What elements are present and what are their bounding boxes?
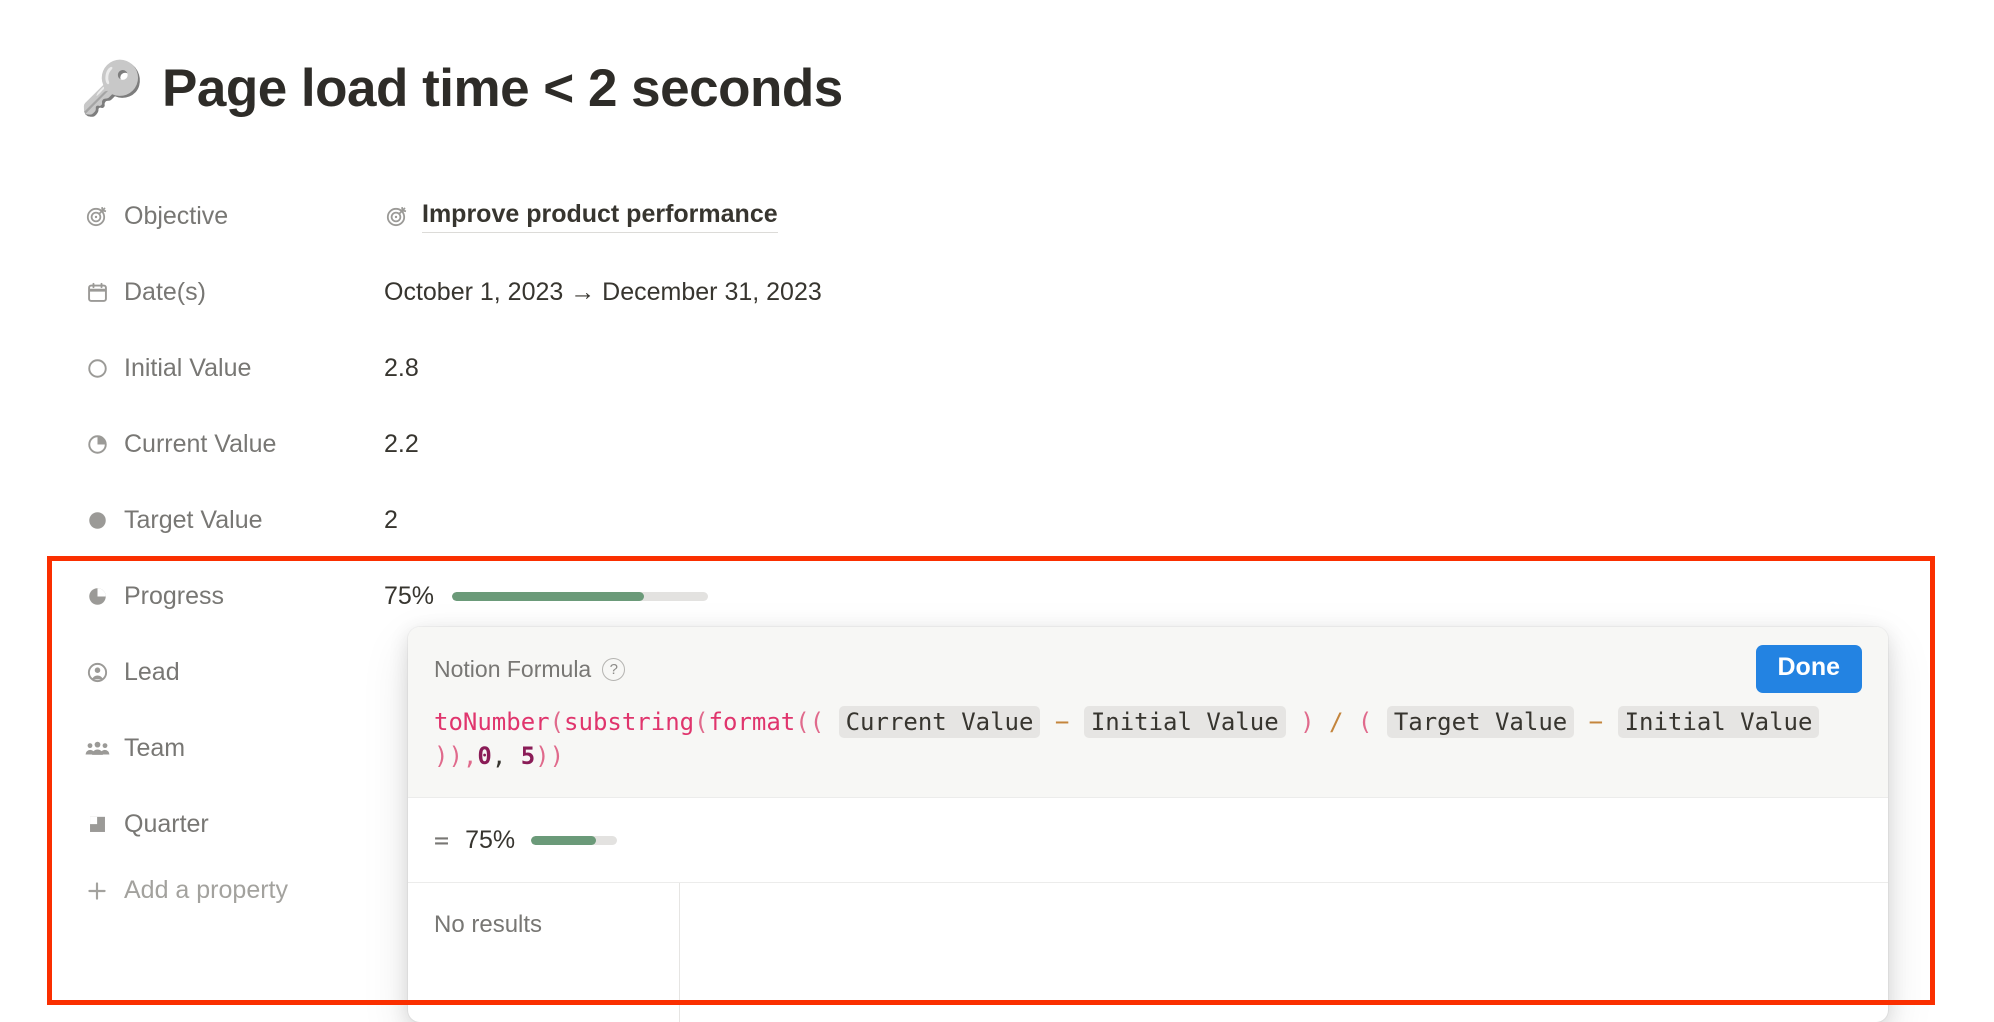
- property-value-current-value[interactable]: 2.2: [384, 420, 419, 464]
- formula-token-prop: Initial Value: [1617, 706, 1820, 738]
- formula-token-paren: ): [1300, 708, 1315, 736]
- people-icon: [84, 735, 110, 761]
- formula-token-prop: Initial Value: [1083, 706, 1286, 738]
- circle-half-icon: [84, 583, 110, 609]
- property-value-objective: Improve product performance: [384, 192, 778, 236]
- property-name: Current Value: [124, 429, 277, 458]
- property-label-team[interactable]: Team: [84, 724, 384, 768]
- formula-token-paren: (: [694, 708, 709, 736]
- plus-icon: [84, 878, 110, 904]
- question-mark-icon[interactable]: ?: [602, 657, 626, 681]
- property-name: Target Value: [124, 505, 263, 534]
- property-row-dates: Date(s) October 1, 2023 → December 31, 2…: [84, 268, 1904, 344]
- property-value-initial-value[interactable]: 2.8: [384, 344, 419, 388]
- property-label-initial-value[interactable]: Initial Value: [84, 344, 384, 388]
- add-property-label: Add a property: [124, 876, 288, 904]
- property-name: Quarter: [124, 809, 209, 838]
- objective-relation-link[interactable]: Improve product performance: [422, 200, 778, 233]
- formula-token-paren: )): [535, 742, 565, 771]
- formula-editor-panel: Notion Formula ? Done toNumber(substring…: [408, 627, 1888, 799]
- progress-indicator: 75%: [384, 581, 709, 611]
- property-label-target-value[interactable]: Target Value: [84, 496, 384, 540]
- formula-token-paren: )),: [434, 742, 478, 771]
- suggestions-list-column: No results: [408, 883, 680, 1022]
- formula-token-fn: substring: [564, 708, 695, 736]
- property-label-progress[interactable]: Progress: [84, 572, 384, 616]
- progress-bar-fill: [452, 591, 645, 601]
- formula-token-fn: format: [708, 708, 796, 736]
- property-row-current-value: Current Value 2.2: [84, 420, 1904, 496]
- formula-token-num: 0: [477, 742, 492, 771]
- formula-result-value: 75%: [465, 825, 516, 854]
- formula-token-paren: (: [1357, 708, 1373, 736]
- formula-token-num: 5: [520, 742, 536, 771]
- property-label-lead[interactable]: Lead: [84, 648, 384, 692]
- target-icon: [384, 203, 410, 229]
- key-icon: 🔑: [79, 59, 145, 118]
- notion-formula-popup: Notion Formula ? Done toNumber(substring…: [408, 627, 1888, 1022]
- property-name: Team: [124, 733, 186, 762]
- formula-result-row: = 75%: [408, 798, 1888, 884]
- target-icon: [84, 203, 110, 229]
- property-value-progress[interactable]: 75%: [384, 572, 709, 616]
- property-value-target-value[interactable]: 2: [384, 496, 398, 540]
- formula-token-plain: ,: [491, 742, 521, 771]
- formula-popup-title: Notion Formula: [434, 655, 592, 682]
- formula-token-op: /: [1329, 708, 1344, 736]
- circle-filled-icon: [84, 507, 110, 533]
- equals-icon: =: [434, 825, 450, 855]
- person-icon: [84, 659, 110, 685]
- formula-token-prop: Current Value: [838, 706, 1041, 738]
- property-row-objective: Objective Improve product performance: [84, 192, 1904, 268]
- result-progress-bar-track: [531, 835, 618, 845]
- property-name: Progress: [124, 581, 225, 610]
- formula-suggestions-area: No results: [408, 883, 1888, 1022]
- property-value-dates[interactable]: October 1, 2023 → December 31, 2023: [384, 268, 822, 312]
- formula-token-op: −: [1588, 708, 1604, 736]
- formula-token-prop: Target Value: [1386, 706, 1575, 738]
- property-name: Lead: [124, 657, 180, 686]
- circle-empty-icon: [84, 355, 110, 381]
- property-label-objective[interactable]: Objective: [84, 192, 384, 236]
- add-property-button[interactable]: Add a property: [84, 876, 288, 905]
- page-title: Page load time < 2 seconds: [162, 59, 843, 118]
- progress-percent-label: 75%: [384, 581, 435, 610]
- property-row-initial-value: Initial Value 2.8: [84, 344, 1904, 420]
- page-header: 🔑 Page load time < 2 seconds: [79, 58, 844, 119]
- result-progress-bar-fill: [531, 835, 596, 845]
- property-name: Initial Value: [124, 353, 252, 382]
- formula-title-group: Notion Formula ?: [434, 655, 626, 683]
- suggestion-detail-column: [680, 883, 1888, 1022]
- page-icon: [84, 811, 110, 837]
- property-label-dates[interactable]: Date(s): [84, 268, 384, 312]
- property-label-quarter[interactable]: Quarter: [84, 800, 384, 844]
- property-name: Date(s): [124, 277, 206, 306]
- formula-popup-header: Notion Formula ? Done: [434, 645, 1862, 693]
- formula-token-paren: (: [549, 708, 565, 736]
- formula-code-input[interactable]: toNumber(substring(format(( Current Valu…: [434, 705, 1862, 773]
- property-name: Objective: [124, 201, 229, 230]
- no-results-label: No results: [434, 911, 543, 939]
- property-row-target-value: Target Value 2: [84, 496, 1904, 572]
- calendar-icon: [84, 279, 110, 305]
- circle-quarter-icon: [84, 431, 110, 457]
- progress-bar-track: [452, 591, 709, 601]
- property-label-current-value[interactable]: Current Value: [84, 420, 384, 464]
- formula-token-op: −: [1054, 708, 1070, 736]
- done-button[interactable]: Done: [1755, 645, 1862, 693]
- formula-token-paren: ((: [795, 708, 825, 736]
- formula-token-fn: toNumber: [434, 708, 550, 736]
